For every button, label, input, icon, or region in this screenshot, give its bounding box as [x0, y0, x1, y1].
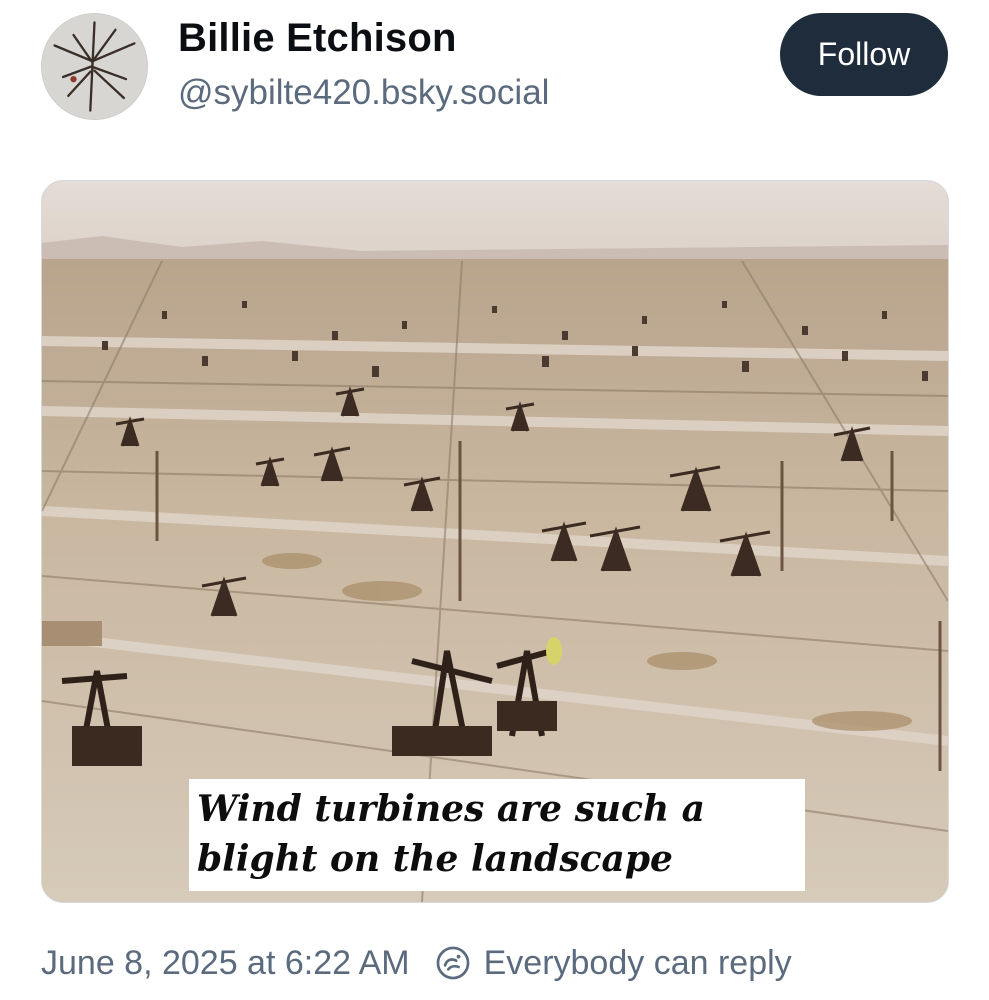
- author-avatar[interactable]: [41, 13, 148, 120]
- image-caption: Wind turbines are such a blight on the l…: [189, 779, 805, 891]
- post-meta: June 8, 2025 at 6:22 AM Everybody can re…: [41, 940, 792, 986]
- post-timestamp[interactable]: June 8, 2025 at 6:22 AM: [41, 944, 410, 983]
- reply-setting-label: Everybody can reply: [483, 943, 792, 982]
- caption-line-1: Wind turbines are such a: [197, 788, 705, 830]
- author-handle[interactable]: @sybilte420.bsky.social: [178, 73, 549, 113]
- avatar-image: [42, 14, 147, 119]
- caption-line-2: blight on the landscape: [197, 838, 673, 880]
- reply-setting[interactable]: Everybody can reply: [434, 944, 792, 983]
- follow-button[interactable]: Follow: [780, 13, 948, 96]
- author-display-name[interactable]: Billie Etchison: [178, 16, 457, 61]
- reply-setting-icon: [434, 944, 472, 982]
- post-image[interactable]: Wind turbines are such a blight on the l…: [41, 180, 949, 903]
